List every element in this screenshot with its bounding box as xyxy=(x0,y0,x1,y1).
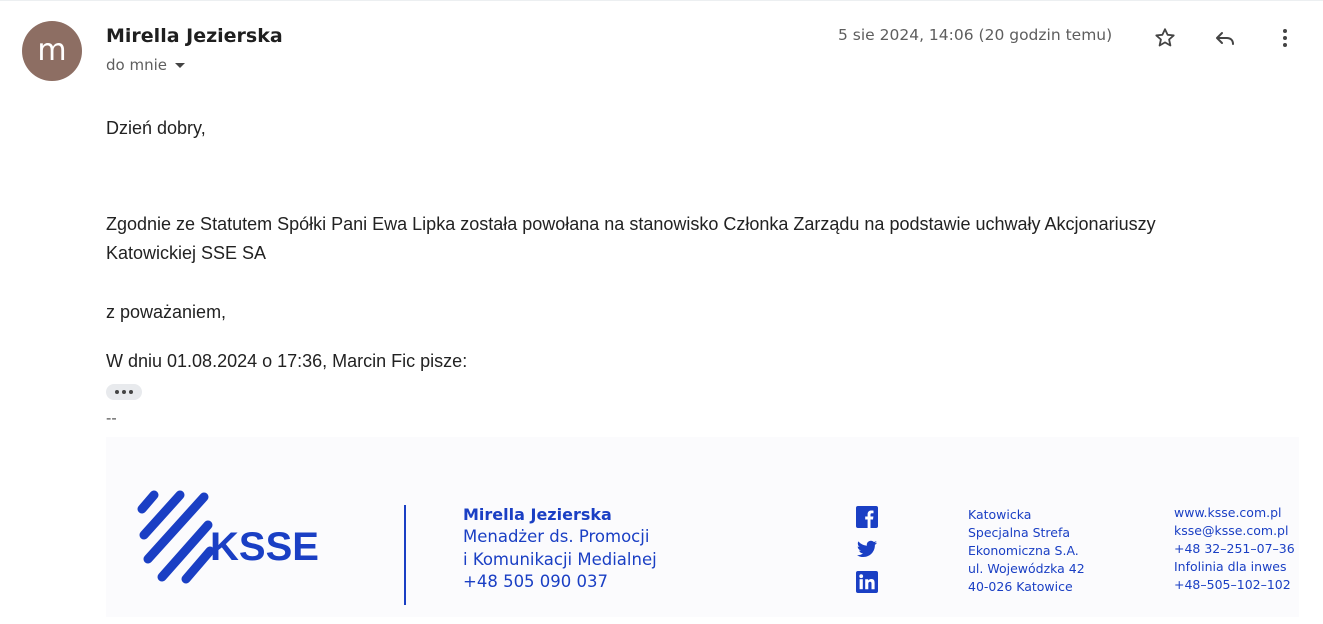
facebook-icon[interactable] xyxy=(856,506,878,528)
email-link[interactable]: ksse@ksse.com.pl xyxy=(1174,523,1288,538)
star-icon xyxy=(1155,28,1175,47)
address-line: Ekonomiczna S.A. xyxy=(968,543,1079,558)
dot xyxy=(122,390,126,394)
signature-role-line-1: Menadżer ds. Promocji xyxy=(463,527,650,546)
address-line: 40-026 Katowice xyxy=(968,579,1073,594)
linkedin-icon[interactable] xyxy=(856,571,878,593)
message-timestamp: 5 sie 2024, 14:06 (20 godzin temu) xyxy=(838,26,1113,44)
signature-separator: -- xyxy=(106,410,117,427)
recipient-label: do mnie xyxy=(106,56,167,74)
avatar-letter: m xyxy=(37,33,67,68)
twitter-icon[interactable] xyxy=(856,538,878,560)
sender-avatar[interactable]: m xyxy=(22,21,82,81)
sender-name[interactable]: Mirella Jezierska xyxy=(106,25,283,47)
office-phone: +48 32–251–07–36 xyxy=(1174,541,1295,556)
star-button[interactable] xyxy=(1151,24,1179,52)
ksse-logo-stripes xyxy=(137,490,215,584)
ksse-logo-text: KSSE xyxy=(210,525,319,569)
signature-phone: +48 505 090 037 xyxy=(463,572,609,591)
signature-banner: KSSE Mirella Jezierska Menadżer ds. Prom… xyxy=(106,437,1299,617)
more-options-button[interactable] xyxy=(1271,24,1299,52)
address-line: ul. Wojewódzka 42 xyxy=(968,561,1085,576)
signature-role-line-2: i Komunikacji Medialnej xyxy=(463,550,657,569)
address-line: Specjalna Strefa xyxy=(968,525,1071,540)
more-vert-icon xyxy=(1283,29,1287,47)
closing-text: z poważaniem, xyxy=(106,302,227,322)
recipient-details-toggle[interactable]: do mnie xyxy=(106,56,185,74)
website-link[interactable]: www.ksse.com.pl xyxy=(1174,505,1282,520)
show-trimmed-content-button[interactable] xyxy=(106,384,142,400)
signature-divider xyxy=(404,505,406,605)
top-divider xyxy=(0,0,1323,1)
caret-down-icon xyxy=(174,63,185,68)
body-paragraph-line-2: Katowickiej SSE SA xyxy=(106,243,267,263)
dot xyxy=(115,390,119,394)
investor-hotline-label: Infolinia dla inwes xyxy=(1174,559,1287,574)
investor-hotline-phone: +48–505–102–102 xyxy=(1174,577,1291,592)
reply-button[interactable] xyxy=(1211,24,1239,52)
body-paragraph-line-1: Zgodnie ze Statutem Spółki Pani Ewa Lipk… xyxy=(106,214,1156,234)
address-line: Katowicka xyxy=(968,507,1032,522)
greeting-text: Dzień dobry, xyxy=(106,118,206,138)
reply-icon xyxy=(1216,32,1234,45)
signature-name: Mirella Jezierska xyxy=(463,505,612,524)
quote-header: W dniu 01.08.2024 o 17:36, Marcin Fic pi… xyxy=(106,351,468,371)
dot xyxy=(129,390,133,394)
